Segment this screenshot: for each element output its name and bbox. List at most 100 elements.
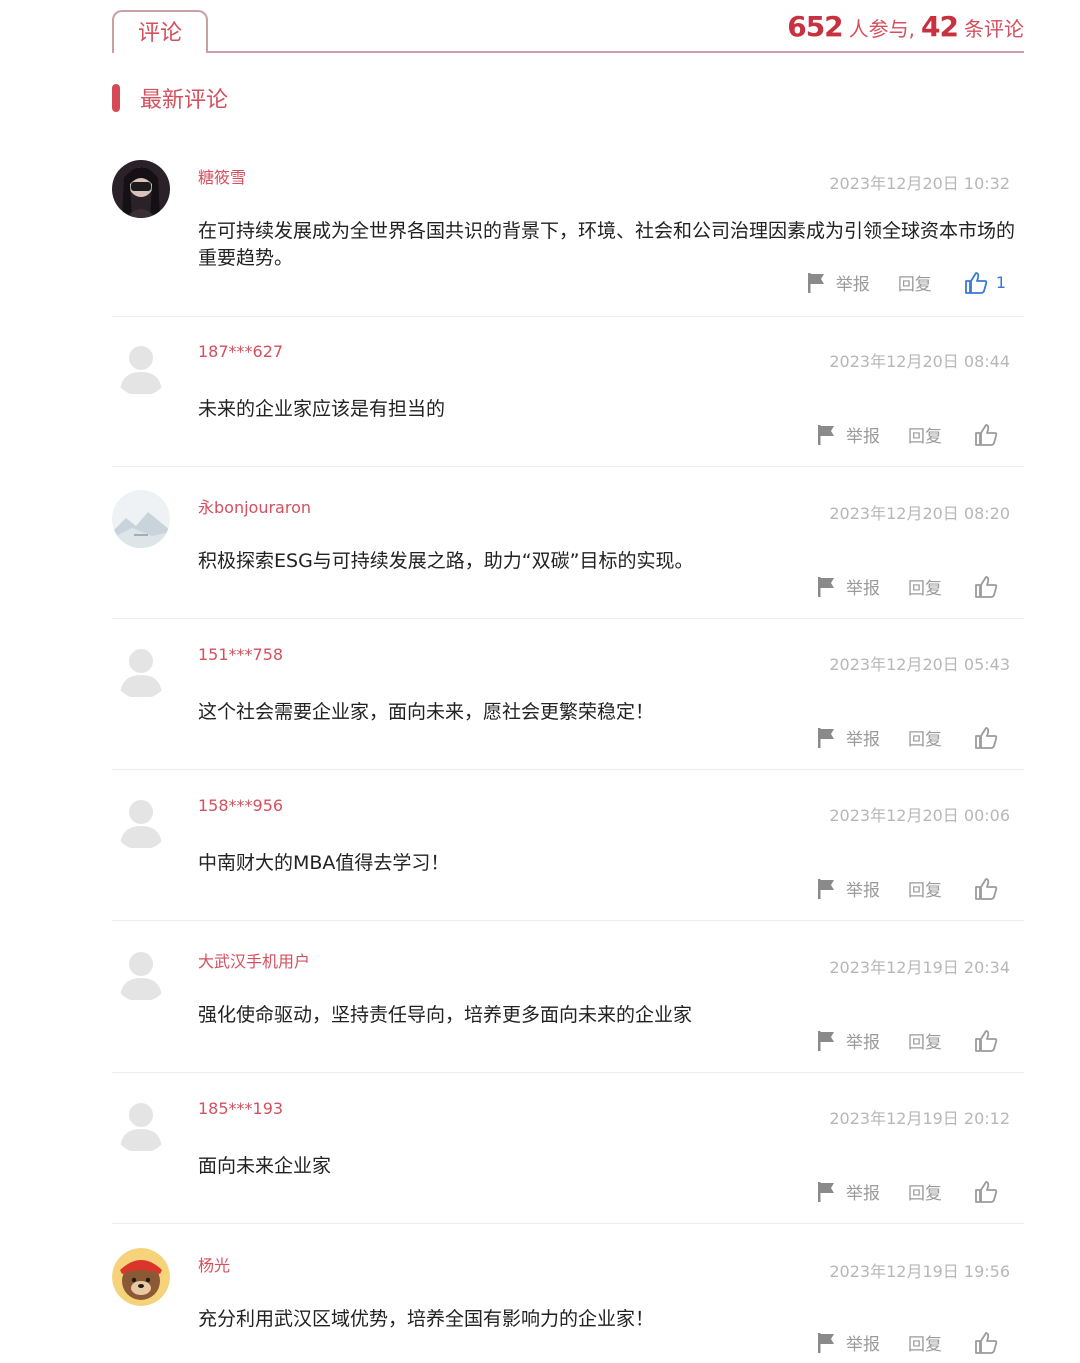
- report-button[interactable]: 举报: [846, 1179, 880, 1204]
- report-button[interactable]: 举报: [846, 422, 880, 447]
- default-user-icon: [120, 952, 162, 1000]
- reply-button[interactable]: 回复: [908, 876, 942, 901]
- avatar[interactable]: [112, 1095, 170, 1153]
- avatar[interactable]: [112, 490, 170, 548]
- comment-actions: 举报 回复: [816, 876, 1006, 901]
- flag-icon[interactable]: [816, 424, 836, 446]
- comment-time: 2023年12月20日 00:06: [829, 806, 1010, 825]
- comment-time: 2023年12月20日 05:43: [829, 655, 1010, 674]
- comment-time: 2023年12月20日 08:20: [829, 504, 1010, 523]
- section-marker: [112, 84, 120, 112]
- report-button[interactable]: 举报: [846, 1330, 880, 1355]
- report-button[interactable]: 举报: [846, 1028, 880, 1053]
- comment-time: 2023年12月20日 08:44: [829, 352, 1010, 371]
- comment-text: 未来的企业家应该是有担当的: [198, 398, 446, 420]
- comment-username[interactable]: 大武汉手机用户: [198, 948, 310, 972]
- default-user-icon: [120, 649, 162, 697]
- flag-icon[interactable]: [806, 272, 826, 294]
- comment-divider: [112, 466, 1024, 467]
- comment-text: 充分利用武汉区域优势，培养全国有影响力的企业家！: [198, 1308, 655, 1330]
- comment-text: 中南财大的MBA值得去学习！: [198, 852, 450, 874]
- comment-divider: [112, 618, 1024, 619]
- report-button[interactable]: 举报: [846, 876, 880, 901]
- flag-icon[interactable]: [816, 1181, 836, 1203]
- flag-icon[interactable]: [816, 576, 836, 598]
- avatar[interactable]: [112, 792, 170, 850]
- comment-divider: [112, 920, 1024, 921]
- comment-item: 糖筱雪 2023年12月20日 10:32 在可持续发展成为全世界各国共识的背景…: [112, 160, 1024, 317]
- comment-username[interactable]: 糖筱雪: [198, 164, 246, 188]
- report-button[interactable]: 举报: [836, 270, 870, 295]
- avatar[interactable]: [112, 1248, 170, 1306]
- thumbs-up-icon[interactable]: [974, 575, 998, 599]
- thumbs-up-icon[interactable]: [974, 1029, 998, 1053]
- header-divider: [208, 51, 1024, 53]
- comment-actions: 举报 回复: [816, 1330, 1006, 1355]
- comment-username[interactable]: 185***193: [198, 1099, 283, 1118]
- participants-count: 652: [787, 10, 843, 43]
- avatar[interactable]: [112, 160, 170, 218]
- latest-comments-heading: 最新评论: [112, 84, 229, 113]
- avatar[interactable]: [112, 944, 170, 1002]
- comment-count: 42: [921, 10, 959, 43]
- comment-divider: [112, 1223, 1024, 1224]
- flag-icon[interactable]: [816, 878, 836, 900]
- thumbs-up-icon[interactable]: [974, 726, 998, 750]
- thumbs-up-icon[interactable]: [974, 1180, 998, 1204]
- comment-username[interactable]: 187***627: [198, 342, 283, 361]
- tab-comments[interactable]: 评论: [112, 10, 208, 53]
- section-title: 最新评论: [140, 88, 229, 113]
- reply-button[interactable]: 回复: [908, 1179, 942, 1204]
- report-button[interactable]: 举报: [846, 574, 880, 599]
- avatar[interactable]: [112, 641, 170, 699]
- comment-time: 2023年12月19日 20:34: [829, 958, 1010, 977]
- flag-icon[interactable]: [816, 1332, 836, 1354]
- comment-item: 151***758 2023年12月20日 05:43 这个社会需要企业家，面向…: [112, 641, 1024, 770]
- comment-text: 积极探索ESG与可持续发展之路，助力“双碳”目标的实现。: [198, 550, 694, 572]
- reply-button[interactable]: 回复: [908, 574, 942, 599]
- comment-username[interactable]: 151***758: [198, 645, 283, 664]
- comment-time: 2023年12月19日 20:12: [829, 1109, 1010, 1128]
- thumbs-up-icon[interactable]: [964, 271, 988, 295]
- comment-divider: [112, 1072, 1024, 1073]
- reply-button[interactable]: 回复: [908, 1330, 942, 1355]
- comment-count-label: 条评论: [964, 17, 1024, 41]
- reply-button[interactable]: 回复: [908, 1028, 942, 1053]
- comment-username[interactable]: 158***956: [198, 796, 283, 815]
- comment-item: 杨光 2023年12月19日 19:56 充分利用武汉区域优势，培养全国有影响力…: [112, 1248, 1024, 1363]
- comment-actions: 举报 回复: [816, 422, 1006, 447]
- comment-item: 185***193 2023年12月19日 20:12 面向未来企业家 举报 回…: [112, 1095, 1024, 1224]
- comment-time: 2023年12月19日 19:56: [829, 1262, 1010, 1281]
- thumbs-up-icon[interactable]: [974, 877, 998, 901]
- default-user-icon: [120, 1103, 162, 1151]
- flag-icon[interactable]: [816, 1030, 836, 1052]
- comment-divider: [112, 316, 1024, 317]
- reply-button[interactable]: 回复: [908, 422, 942, 447]
- comment-item: 大武汉手机用户 2023年12月19日 20:34 强化使命驱动，坚持责任导向，…: [112, 944, 1024, 1073]
- comment-item: 永bonjouraron 2023年12月20日 08:20 积极探索ESG与可…: [112, 490, 1024, 619]
- comment-text: 在可持续发展成为全世界各国共识的背景下，环境、社会和公司治理因素成为引领全球资本…: [198, 220, 1016, 269]
- comment-actions: 举报 回复: [816, 1179, 1006, 1204]
- avatar[interactable]: [112, 338, 170, 396]
- comment-actions: 举报 回复: [816, 574, 1006, 599]
- flag-icon[interactable]: [816, 727, 836, 749]
- thumbs-up-icon[interactable]: [974, 1331, 998, 1355]
- comment-actions: 举报 回复 1: [806, 270, 1006, 295]
- comment-actions: 举报 回复: [816, 725, 1006, 750]
- default-user-icon: [120, 346, 162, 394]
- like-count: 1: [995, 273, 1006, 292]
- comment-username[interactable]: 永bonjouraron: [198, 494, 311, 518]
- comment-text: 这个社会需要企业家，面向未来，愿社会更繁荣稳定！: [198, 701, 655, 723]
- comment-actions: 举报 回复: [816, 1028, 1006, 1053]
- thumbs-up-icon[interactable]: [974, 423, 998, 447]
- user-photo-icon: [112, 160, 170, 218]
- report-button[interactable]: 举报: [846, 725, 880, 750]
- landscape-avatar-icon: [112, 490, 170, 548]
- comments-header: 评论 652 人参与, 42 条评论: [112, 0, 1024, 56]
- reply-button[interactable]: 回复: [908, 725, 942, 750]
- participants-label: 人参与,: [848, 17, 916, 41]
- comment-item: 158***956 2023年12月20日 00:06 中南财大的MBA值得去学…: [112, 792, 1024, 921]
- comment-username[interactable]: 杨光: [198, 1252, 230, 1276]
- reply-button[interactable]: 回复: [898, 270, 932, 295]
- comment-text: 面向未来企业家: [198, 1155, 332, 1177]
